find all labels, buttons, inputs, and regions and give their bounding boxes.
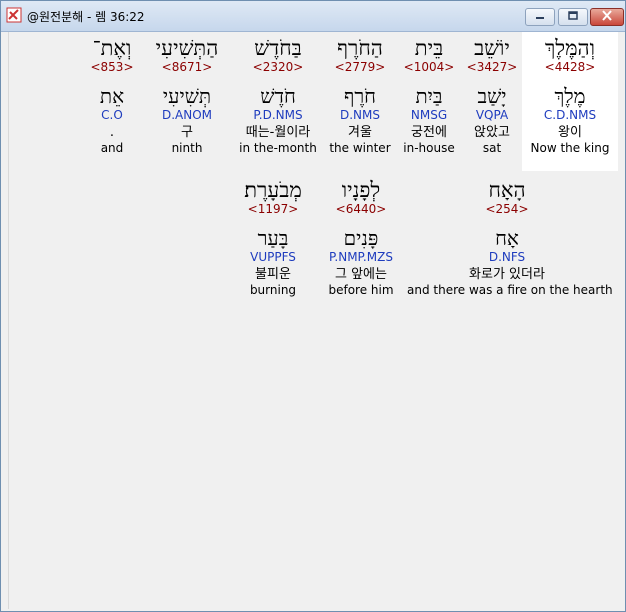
close-icon [602, 10, 612, 21]
word-cell[interactable]: יוֹשֵׁב <3427> יָשַׁב VQPA 앉았고 sat [457, 36, 527, 155]
lemma: פָּנִים [343, 226, 379, 250]
lemma: יָשַׁב [477, 84, 507, 108]
hebrew-word: הַתְּשִׁיעִי [155, 36, 219, 60]
lemma: אָח [495, 226, 519, 250]
lemma: תְּשִׁיעִי [162, 84, 212, 108]
strong-number[interactable]: <254> [407, 202, 607, 216]
morphology: C.O [101, 108, 123, 122]
english-gloss: sat [482, 141, 502, 155]
strong-number[interactable]: <1197> [231, 202, 315, 216]
strong-number[interactable]: <2320> [231, 60, 325, 74]
strong-number[interactable]: <3427> [457, 60, 527, 74]
korean-gloss: 앉았고 [474, 125, 510, 140]
hebrew-word: יוֹשֵׁב [474, 36, 510, 60]
word-cell[interactable]: בֵּית <1004> בַּיִת NMSG 궁전에 in-house [394, 36, 464, 155]
app-window: @원전분해 - 렘 36:22 וְהַמֶּלֶךְ <4428> מֶלֶך… [0, 0, 626, 612]
word-cell[interactable]: הַתְּשִׁיעִי <8671> תְּשִׁיעִי D.ANOM 구 … [147, 36, 227, 155]
strong-number[interactable]: <853> [83, 60, 141, 74]
hebrew-word: בַּחֹדֶשׁ [254, 36, 302, 60]
morphology: D.NMS [339, 108, 380, 122]
morphology: VQPA [475, 108, 509, 122]
korean-gloss: 겨울 [348, 125, 372, 140]
lemma: מֶלֶךְ [554, 84, 586, 108]
english-gloss: ninth [171, 141, 203, 155]
korean-gloss: 궁전에 [411, 125, 447, 140]
english-gloss: in the-month [239, 141, 317, 155]
hebrew-word: לְפָנָיו [341, 178, 381, 202]
morphology: D.NFS [488, 250, 526, 264]
hebrew-word: מְבֹעָרֶת׃ [244, 178, 302, 202]
strong-number[interactable]: <8671> [147, 60, 227, 74]
english-gloss: and [100, 141, 124, 155]
window-title: @원전분해 - 렘 36:22 [27, 10, 145, 24]
maximize-icon [568, 11, 578, 20]
verse-analysis-panel: וְהַמֶּלֶךְ <4428> מֶלֶךְ C.D.NMS 왕이 Now… [8, 32, 620, 609]
korean-gloss: 불피운 [255, 267, 291, 282]
english-gloss: Now the king [530, 141, 610, 155]
word-cell[interactable]: לְפָנָיו <6440> פָּנִים P.NMP.MZS 그 앞에는 … [321, 178, 401, 297]
lemma: בַּיִת [415, 84, 443, 108]
minimize-button[interactable] [525, 8, 555, 26]
hebrew-word: בֵּית [414, 36, 444, 60]
korean-gloss: . [109, 125, 115, 140]
morphology: VUPPFS [250, 250, 296, 264]
morphology: P.D.NMS [253, 108, 303, 122]
korean-gloss: 구 [181, 125, 193, 140]
close-button[interactable] [590, 8, 624, 26]
lemma: בָּעַר [257, 226, 289, 250]
strong-number[interactable]: <4428> [522, 60, 618, 74]
english-gloss: before him [328, 283, 394, 297]
hebrew-word: הָאָח [488, 178, 526, 202]
english-gloss: in-house [403, 141, 455, 155]
word-cell[interactable]: הָאָח <254> אָח D.NFS 화로가 있더라 and there … [407, 178, 613, 297]
strong-number[interactable]: <6440> [321, 202, 401, 216]
hebrew-word: וְאֶת־ [92, 36, 132, 60]
title-bar[interactable]: @원전분해 - 렘 36:22 [1, 1, 625, 32]
minimize-icon [536, 17, 544, 19]
korean-gloss: 화로가 있더라 [469, 267, 545, 282]
morphology: D.ANOM [161, 108, 213, 122]
korean-gloss: 그 앞에는 [335, 267, 387, 282]
morphology: P.NMP.MZS [329, 250, 393, 264]
word-cell[interactable]: וְאֶת־ <853> אֵת C.O . and [83, 36, 141, 155]
hebrew-word: וְהַמֶּלֶךְ [544, 36, 596, 60]
english-gloss: and there was a fire on the hearth [407, 283, 613, 297]
app-logo-icon [6, 7, 22, 23]
word-cell[interactable]: מְבֹעָרֶת׃ <1197> בָּעַר VUPPFS 불피운 burn… [231, 178, 315, 297]
english-gloss: burning [249, 283, 297, 297]
word-cell[interactable]: וְהַמֶּלֶךְ <4428> מֶלֶךְ C.D.NMS 왕이 Now… [522, 36, 618, 155]
strong-number[interactable]: <1004> [394, 60, 464, 74]
strong-number[interactable]: <2779> [323, 60, 397, 74]
lemma: אֵת [99, 84, 125, 108]
korean-gloss: 왕이 [558, 125, 582, 140]
morphology: C.D.NMS [543, 108, 597, 122]
morphology: NMSG [410, 108, 448, 122]
korean-gloss: 때는-월이라 [245, 125, 311, 140]
word-cell[interactable]: הַחֹרֶף <2779> חֹרֶף D.NMS 겨울 the winter [323, 36, 397, 155]
hebrew-word: הַחֹרֶף [337, 36, 383, 60]
maximize-button[interactable] [558, 8, 588, 26]
lemma: חֹרֶף [343, 84, 377, 108]
word-cell[interactable]: בַּחֹדֶשׁ <2320> חֹדֶשׁ P.D.NMS 때는-월이라 i… [231, 36, 325, 155]
english-gloss: the winter [329, 141, 391, 155]
lemma: חֹדֶשׁ [260, 84, 296, 108]
